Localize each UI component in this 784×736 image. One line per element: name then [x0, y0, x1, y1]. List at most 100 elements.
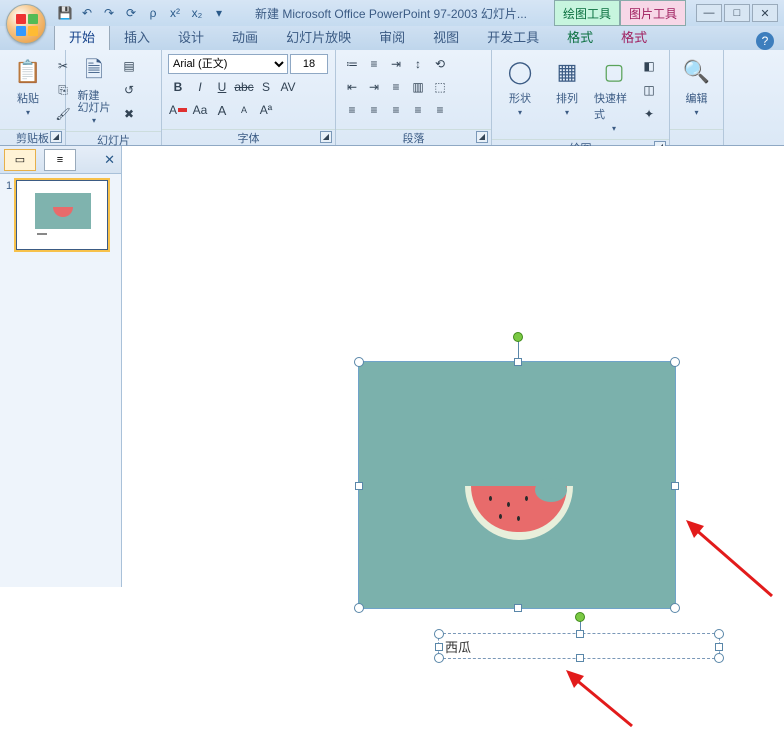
reset-button[interactable]: ↺: [119, 80, 139, 100]
rotation-handle[interactable]: [575, 612, 585, 622]
save-icon[interactable]: 💾: [56, 4, 74, 22]
layout-button[interactable]: ▤: [119, 56, 139, 76]
tab-view[interactable]: 视图: [419, 23, 473, 50]
tab-slideshow[interactable]: 幻灯片放映: [272, 23, 365, 50]
shrink-font-button[interactable]: A: [234, 100, 254, 120]
tab-animations[interactable]: 动画: [218, 23, 272, 50]
tab-design[interactable]: 设计: [164, 23, 218, 50]
dec-indent-button[interactable]: ⇤: [342, 77, 362, 97]
help-button[interactable]: ?: [756, 32, 774, 50]
redo-icon[interactable]: ↷: [100, 4, 118, 22]
slides-tab[interactable]: ▭: [4, 149, 36, 171]
superscript-icon[interactable]: x²: [166, 4, 184, 22]
font-size-input[interactable]: [290, 54, 328, 74]
minimize-button[interactable]: —: [696, 4, 722, 22]
underline-button[interactable]: U: [212, 77, 232, 97]
tab-insert[interactable]: 插入: [110, 23, 164, 50]
resize-handle-e[interactable]: [671, 482, 679, 490]
tab-format-drawing[interactable]: 格式: [553, 23, 607, 50]
outline-tab[interactable]: ≡: [44, 149, 76, 171]
close-button[interactable]: ✕: [752, 4, 778, 22]
group-label-slides: 幻灯片: [66, 131, 161, 147]
subscript-icon[interactable]: x₂: [188, 4, 206, 22]
resize-handle-nw[interactable]: [434, 629, 444, 639]
font-dialog-launcher[interactable]: ◢: [320, 131, 332, 143]
bold-button[interactable]: B: [168, 77, 188, 97]
maximize-button[interactable]: □: [724, 4, 750, 22]
char-spacing-button[interactable]: AV: [278, 77, 298, 97]
inc-indent-button[interactable]: ⇥: [364, 77, 384, 97]
grow-font-button[interactable]: A: [212, 100, 232, 120]
line-spacing-button[interactable]: ↕: [408, 54, 428, 74]
office-button[interactable]: [6, 4, 46, 44]
shape-effects-button[interactable]: ✦: [639, 104, 659, 124]
contextual-tab-picture[interactable]: 图片工具: [620, 0, 686, 26]
resize-handle-n[interactable]: [514, 358, 522, 366]
resize-handle-sw[interactable]: [434, 653, 444, 663]
shape-fill-button[interactable]: ◧: [639, 56, 659, 76]
align-justify-button[interactable]: ≡: [408, 100, 428, 120]
para-dialog-launcher[interactable]: ◢: [476, 131, 488, 143]
shapes-button[interactable]: ◯形状▾: [498, 54, 542, 119]
bullets-button[interactable]: ≔: [342, 54, 362, 74]
resize-handle-s[interactable]: [576, 654, 584, 662]
align-center-button[interactable]: ≡: [364, 100, 384, 120]
align-left-button[interactable]: ≡: [342, 100, 362, 120]
resize-handle-sw[interactable]: [354, 603, 364, 613]
new-slide-button[interactable]: 🗎 新建 幻灯片 ▾: [72, 54, 116, 127]
rotation-handle[interactable]: [513, 332, 523, 342]
quick-styles-button[interactable]: ▢快速样式▾: [592, 54, 636, 135]
distribute-button[interactable]: ≡: [430, 100, 450, 120]
resize-handle-w[interactable]: [355, 482, 363, 490]
contextual-tab-drawing[interactable]: 绘图工具: [554, 0, 620, 26]
chevron-down-icon: ▾: [92, 116, 96, 125]
arrange-button[interactable]: ▦排列▾: [545, 54, 589, 119]
numbering-button[interactable]: ≡: [364, 54, 384, 74]
text-box[interactable]: 西瓜: [438, 633, 720, 659]
resize-handle-se[interactable]: [670, 603, 680, 613]
slide-canvas[interactable]: 西瓜: [122, 146, 784, 587]
tab-format-picture[interactable]: 格式: [607, 23, 661, 50]
resize-handle-ne[interactable]: [714, 629, 724, 639]
slide-thumbnail[interactable]: 1: [6, 180, 115, 250]
tab-home[interactable]: 开始: [54, 22, 110, 50]
close-panel-icon[interactable]: ✕: [104, 152, 115, 168]
delete-slide-button[interactable]: ✖: [119, 104, 139, 124]
annotation-arrow-1: [682, 516, 782, 606]
clear-format-button[interactable]: Aª: [256, 100, 276, 120]
font-color-button[interactable]: A: [168, 100, 188, 120]
print-icon[interactable]: ρ: [144, 4, 162, 22]
columns-button[interactable]: ▥: [408, 77, 428, 97]
shape-outline-button[interactable]: ◫: [639, 80, 659, 100]
strike-button[interactable]: abc: [234, 77, 254, 97]
align-vert-button[interactable]: ≡: [386, 77, 406, 97]
slide-number: 1: [6, 180, 12, 250]
align-right-button[interactable]: ≡: [386, 100, 406, 120]
resize-handle-se[interactable]: [714, 653, 724, 663]
convert-smart-button[interactable]: ⬚: [430, 77, 450, 97]
undo-icon[interactable]: ↶: [78, 4, 96, 22]
paste-button[interactable]: 📋 粘贴 ▾: [6, 54, 50, 119]
tab-developer[interactable]: 开发工具: [473, 23, 553, 50]
resize-handle-e[interactable]: [715, 643, 723, 651]
text-direction-button[interactable]: ⟲: [430, 54, 450, 74]
italic-button[interactable]: I: [190, 77, 210, 97]
editing-button[interactable]: 🔍编辑▾: [676, 54, 717, 119]
repeat-icon[interactable]: ⟳: [122, 4, 140, 22]
resize-handle-n[interactable]: [576, 630, 584, 638]
font-row-3: A Aa A A Aª: [168, 100, 328, 120]
resize-handle-ne[interactable]: [670, 357, 680, 367]
resize-handle-nw[interactable]: [354, 357, 364, 367]
shadow-button[interactable]: S: [256, 77, 276, 97]
annotation-arrow-2: [562, 666, 642, 736]
font-family-select[interactable]: Arial (正文): [168, 54, 288, 74]
resize-handle-s[interactable]: [514, 604, 522, 612]
resize-handle-w[interactable]: [435, 643, 443, 651]
qat-more-icon[interactable]: ▾: [210, 4, 228, 22]
list-level-button[interactable]: ⇥: [386, 54, 406, 74]
change-case-button[interactable]: Aa: [190, 100, 210, 120]
quick-styles-icon: ▢: [598, 56, 630, 88]
tab-review[interactable]: 审阅: [365, 23, 419, 50]
picture-object[interactable]: [358, 361, 676, 609]
clipboard-dialog-launcher[interactable]: ◢: [50, 131, 62, 143]
